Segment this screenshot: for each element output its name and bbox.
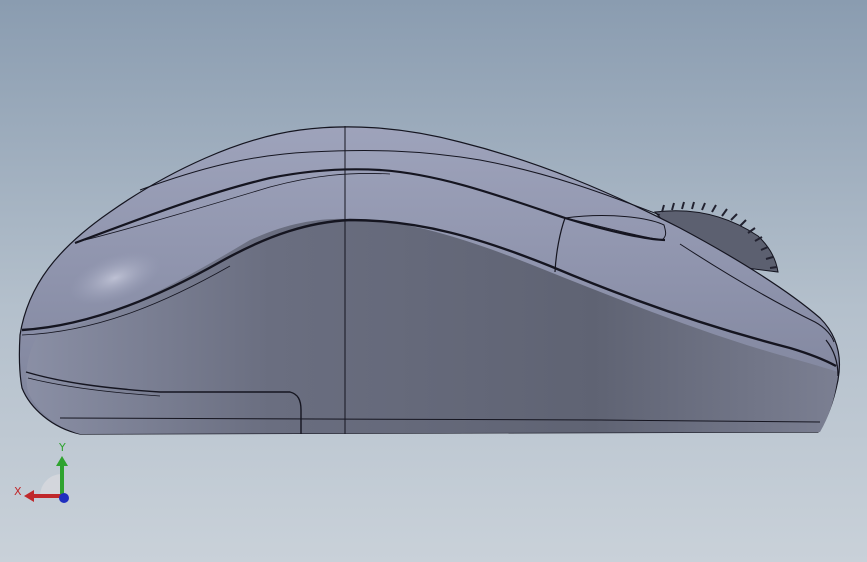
z-axis-dot xyxy=(59,493,69,503)
triad-wedge xyxy=(40,474,62,496)
y-axis-label: Y xyxy=(59,441,66,454)
mouse-model[interactable] xyxy=(0,0,867,562)
orientation-triad: Y X xyxy=(10,438,80,510)
graphics-viewport[interactable]: Y X xyxy=(0,0,867,562)
x-axis-label: X xyxy=(14,485,22,498)
y-axis-arrowhead xyxy=(56,456,68,466)
x-axis-arrowhead xyxy=(24,490,34,502)
